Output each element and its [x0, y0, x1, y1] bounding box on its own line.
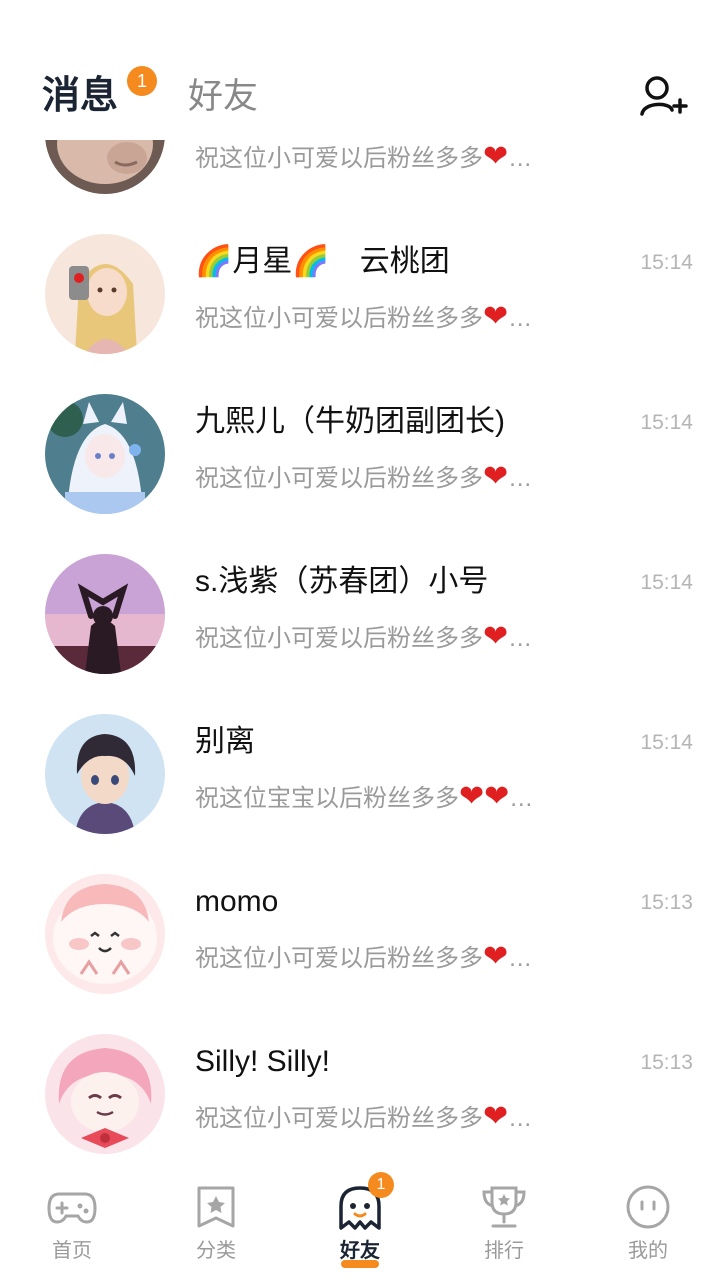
list-item[interactable]: 九熙儿（牛奶团副团长) 15:14 祝这位小可爱以后粉丝多多❤…	[0, 394, 720, 554]
avatar	[45, 874, 165, 994]
heart-emoji: ❤	[483, 140, 509, 173]
contact-name: 🌈月星🌈 云桃团	[195, 245, 450, 278]
message-time: 15:13	[640, 891, 693, 914]
nav-friends[interactable]: 1 好友	[288, 1160, 432, 1280]
nav-home[interactable]: 首页	[0, 1160, 144, 1280]
tab-messages[interactable]: 消息	[42, 72, 118, 120]
message-preview: 祝这位宝宝以后粉丝多多❤❤…	[195, 780, 534, 813]
message-preview: 祝这位小可爱以后粉丝多多❤…	[195, 620, 533, 653]
nav-category[interactable]: 分类	[144, 1160, 288, 1280]
category-bookmark-icon	[197, 1186, 235, 1228]
heart-emoji: ❤	[483, 940, 509, 973]
nav-mine-label: 我的	[628, 1240, 668, 1262]
message-time: 15:14	[640, 251, 693, 274]
message-time: 15:14	[640, 411, 693, 434]
nav-mine[interactable]: 我的	[576, 1160, 720, 1280]
message-time: 15:14	[640, 731, 693, 754]
avatar	[45, 714, 165, 834]
active-tab-indicator	[341, 1260, 379, 1268]
message-preview: 祝这位小可爱以后粉丝多多❤…	[195, 460, 533, 493]
bottom-navigation: 首页 分类 1 好友 排行 我的	[0, 1160, 720, 1280]
avatar	[45, 234, 165, 354]
friends-unread-badge: 1	[368, 1172, 394, 1198]
contact-name: 九熙儿（牛奶团副团长)	[195, 405, 505, 438]
message-list: 祝这位小可爱以后粉丝多多❤… 🌈月星🌈 云桃团 15:14 祝这位小可爱以后粉丝…	[0, 0, 720, 1160]
avatar	[45, 394, 165, 514]
heart-emoji: ❤❤	[459, 780, 510, 813]
avatar-image	[45, 1034, 165, 1154]
tab-friends[interactable]: 好友	[188, 74, 258, 120]
contact-name: s.浅紫（苏春团）小号	[195, 565, 489, 598]
message-preview: 祝这位小可爱以后粉丝多多❤…	[195, 1100, 533, 1133]
messages-unread-badge: 1	[127, 66, 157, 96]
list-item[interactable]: momo 15:13 祝这位小可爱以后粉丝多多❤…	[0, 874, 720, 1034]
avatar	[45, 1034, 165, 1154]
message-time: 15:13	[640, 1051, 693, 1074]
contact-name: Silly! Silly!	[195, 1045, 331, 1078]
top-header: 消息 1 好友	[0, 0, 720, 140]
avatar-image	[45, 554, 165, 674]
avatar-image	[45, 394, 165, 514]
gamepad-icon	[47, 1192, 97, 1224]
heart-emoji: ❤	[483, 620, 509, 653]
heart-emoji: ❤	[483, 300, 509, 333]
avatar	[45, 554, 165, 674]
message-time: 15:14	[640, 571, 693, 594]
avatar-image	[45, 234, 165, 354]
add-user-icon	[640, 76, 688, 116]
nav-home-label: 首页	[52, 1240, 92, 1262]
nav-ranking[interactable]: 排行	[432, 1160, 576, 1280]
trophy-icon	[482, 1186, 526, 1228]
message-preview: 祝这位小可爱以后粉丝多多❤…	[195, 940, 533, 973]
message-preview: 祝这位小可爱以后粉丝多多❤…	[195, 140, 533, 173]
contact-name: momo	[195, 885, 279, 918]
nav-ranking-label: 排行	[484, 1240, 524, 1262]
heart-emoji: ❤	[483, 460, 509, 493]
avatar-image	[45, 714, 165, 834]
list-item[interactable]: 别离 15:14 祝这位宝宝以后粉丝多多❤❤…	[0, 714, 720, 874]
list-item[interactable]: s.浅紫（苏春团）小号 15:14 祝这位小可爱以后粉丝多多❤…	[0, 554, 720, 714]
add-friend-button[interactable]	[636, 72, 688, 120]
avatar-image	[45, 874, 165, 994]
message-preview: 祝这位小可爱以后粉丝多多❤…	[195, 300, 533, 333]
list-item[interactable]: Silly! Silly! 15:13 祝这位小可爱以后粉丝多多❤…	[0, 1034, 720, 1160]
nav-category-label: 分类	[196, 1240, 236, 1262]
profile-face-icon	[626, 1185, 670, 1229]
contact-name: 别离	[195, 725, 255, 758]
list-item[interactable]: 🌈月星🌈 云桃团 15:14 祝这位小可爱以后粉丝多多❤…	[0, 234, 720, 394]
heart-emoji: ❤	[483, 1100, 509, 1133]
